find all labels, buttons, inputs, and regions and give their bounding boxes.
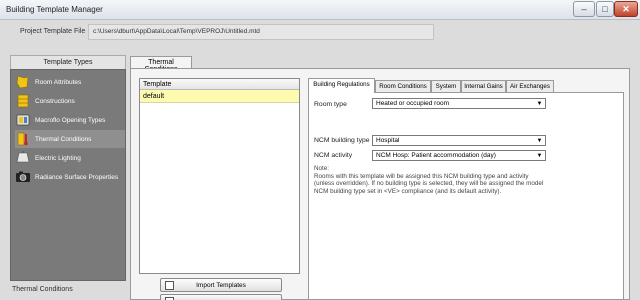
type-item-constructions[interactable]: Constructions (15, 92, 125, 110)
tab-air-exchanges[interactable]: Air Exchanges (506, 80, 554, 92)
list-item[interactable]: default (140, 90, 299, 103)
template-types-header: Template Types (10, 55, 126, 69)
tab-building-regulations[interactable]: Building Regulations (308, 78, 375, 93)
template-column-header[interactable]: Template (140, 79, 299, 90)
import-templates-button[interactable]: Import Templates (160, 278, 282, 292)
room-type-label: Room type (314, 101, 347, 108)
type-item-thermal-conditions[interactable]: Thermal Conditions (15, 130, 125, 148)
type-item-label: Thermal Conditions (35, 135, 92, 143)
type-item-label: Radiance Surface Properties (35, 173, 119, 181)
status-text: Thermal Conditions (12, 286, 73, 293)
project-template-file-field[interactable]: c:\Users\dburt\AppData\Local\Temp\VEPROJ… (88, 24, 434, 40)
note-line: Rooms with this template will be assigne… (314, 172, 529, 180)
type-item-label: Electric Lighting (35, 154, 81, 162)
note-line: (unless overridden). If no building type… (314, 180, 544, 188)
lighting-icon (16, 151, 30, 163)
camera-icon (16, 171, 30, 182)
title-bar: Building Template Manager – □ ✕ (0, 0, 640, 20)
type-item-electric-lighting[interactable]: Electric Lighting (15, 149, 125, 167)
room-type-value: Heated or occupied room (376, 100, 449, 107)
type-item-room-attributes[interactable]: Room Attributes (15, 73, 125, 91)
building-regulations-panel (308, 92, 624, 300)
ncm-activity-select[interactable]: NCM Hosp: Patient accommodation (day) ▼ (372, 150, 546, 161)
room-type-select[interactable]: Heated or occupied room ▼ (372, 98, 546, 109)
chevron-down-icon: ▼ (536, 100, 543, 107)
type-item-label: Room Attributes (35, 78, 82, 86)
ncm-activity-label: NCM activity (314, 152, 353, 159)
chevron-down-icon: ▼ (536, 152, 543, 159)
ncm-building-type-select[interactable]: Hospital ▼ (372, 135, 546, 146)
project-template-file-label: Project Template File (20, 28, 86, 35)
type-item-label: Macroflo Opening Types (35, 116, 106, 124)
thermal-conditions-icon (17, 132, 28, 146)
tab-internal-gains[interactable]: Internal Gains (461, 80, 506, 92)
import-templates-label: Import Templates (196, 281, 246, 289)
tab-room-conditions[interactable]: Room Conditions (375, 80, 431, 92)
constructions-icon (17, 94, 29, 108)
ncm-activity-value: NCM Hosp: Patient accommodation (day) (376, 152, 496, 159)
ncm-building-type-value: Hospital (376, 137, 400, 144)
note-text: Note: Rooms with this template will be a… (314, 165, 614, 196)
secondary-button[interactable] (160, 294, 282, 300)
note-line: NCM building type set in <VE> compliance… (314, 188, 502, 196)
minimize-button[interactable]: – (573, 1, 595, 17)
tab-system[interactable]: System (431, 80, 461, 92)
template-types-panel: Room Attributes Constructions Macroflo O… (10, 69, 126, 281)
chevron-down-icon: ▼ (536, 137, 543, 144)
window-title: Building Template Manager (6, 5, 103, 14)
maximize-button[interactable]: □ (596, 1, 614, 17)
ncm-building-type-label: NCM building type (314, 137, 370, 144)
note-title: Note: (314, 165, 330, 172)
type-item-radiance-surface-properties[interactable]: Radiance Surface Properties (15, 168, 125, 186)
import-icon (165, 281, 174, 290)
type-item-label: Constructions (35, 97, 75, 105)
room-attributes-icon (16, 75, 29, 89)
close-button[interactable]: ✕ (614, 1, 638, 17)
template-list: Template default (139, 78, 300, 274)
type-item-macroflo-opening-types[interactable]: Macroflo Opening Types (15, 111, 125, 129)
opening-types-icon (16, 114, 30, 126)
